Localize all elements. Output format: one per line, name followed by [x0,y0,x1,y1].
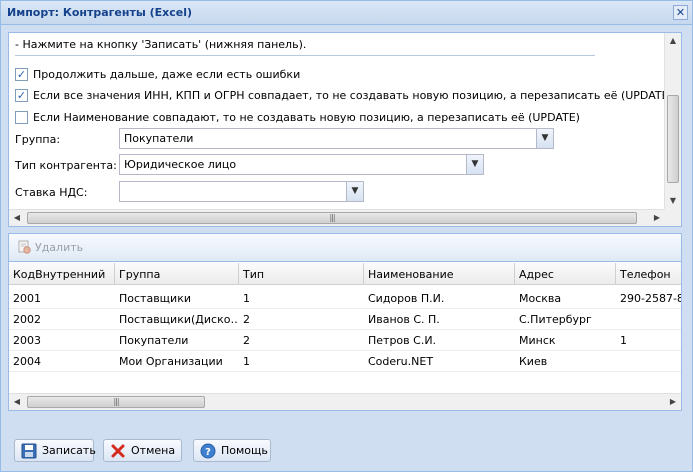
cell: 2001 [13,292,41,305]
divider [15,55,595,56]
checkbox-box[interactable]: ✓ [15,88,28,102]
grid-body: 2001 Поставщики 1 Сидоров П.И. Москва 29… [9,286,681,392]
save-label: Записать [42,444,96,457]
cell: Петров С.И. [368,334,437,347]
cell: 1 [243,292,250,305]
cell: 2004 [13,355,41,368]
cell [616,309,681,330]
group-combo[interactable]: Покупатели ▼ [119,128,554,149]
cell: 290-2587-8( [620,292,681,305]
table-row[interactable]: 2001 Поставщики 1 Сидоров П.И. Москва 29… [9,288,681,309]
scroll-left-icon[interactable]: ◀ [9,210,25,226]
help-icon: ? [200,443,216,459]
cell: 2002 [13,313,41,326]
close-icon[interactable]: ✕ [673,5,688,20]
checkbox-box[interactable] [15,110,28,124]
contractor-type-combo[interactable]: Юридическое лицо ▼ [119,154,484,175]
settings-content: - Нажмите на кнопку 'Записать' (нижняя п… [9,33,665,209]
cell: Coderu.NET [368,355,434,368]
table-row[interactable]: 2003 Покупатели 2 Петров С.И. Минск 1 [9,330,681,351]
contractor-type-label: Тип контрагента: [15,159,117,172]
dialog-title: Импорт: Контрагенты (Excel) [7,6,193,19]
scroll-right-icon[interactable]: ▶ [649,210,665,226]
grid-horizontal-scrollbar[interactable]: ◀ ||| ▶ [9,393,681,410]
cancel-button[interactable]: Отмена [103,439,182,462]
table-row[interactable]: 2002 Поставщики(Диско… 2 Иванов С. П. С.… [9,309,681,330]
scroll-thumb[interactable]: ||| [27,212,637,224]
horizontal-scrollbar[interactable]: ◀ ||| ▶ [9,209,665,226]
column-header[interactable]: Адрес [515,263,616,284]
cell: Поставщики [119,292,191,305]
column-header[interactable]: Наименование [364,263,515,284]
cell: 2 [243,334,250,347]
help-label: Помощь [221,444,268,457]
cell: Киев [519,355,548,368]
chevron-down-icon[interactable]: ▼ [346,182,363,201]
scroll-up-icon[interactable]: ▲ [665,33,681,49]
save-button[interactable]: Записать [14,439,96,462]
table-row[interactable]: 2004 Мои Организации 1 Coderu.NET Киев [9,351,681,372]
checkbox-label: Продолжить дальше, даже если есть ошибки [33,67,301,81]
cell [616,351,681,372]
column-header[interactable]: Тип [239,263,364,284]
scroll-thumb[interactable] [667,95,679,183]
cell: 2 [243,313,250,326]
vat-rate-combo[interactable]: ▼ [119,181,364,202]
group-value: Покупатели [124,132,194,145]
scroll-corner [664,209,681,226]
scroll-left-icon[interactable]: ◀ [9,394,25,410]
cancel-label: Отмена [131,444,176,457]
cancel-icon [110,443,126,459]
cell: Москва [519,292,562,305]
cell: Покупатели [119,334,189,347]
cell: 1 [620,334,627,347]
column-header[interactable]: Телефон [616,263,681,284]
cell: Сидоров П.И. [368,292,445,305]
cell: Мои Организации [119,355,223,368]
settings-panel: - Нажмите на кнопку 'Записать' (нижняя п… [8,32,682,227]
floppy-disk-icon [21,443,37,459]
cell: С.Питербург [519,313,592,326]
contractor-type-value: Юридическое лицо [124,158,237,171]
vat-rate-label: Ставка НДС: [15,186,88,199]
scroll-down-icon[interactable]: ▼ [665,193,681,209]
import-dialog: Импорт: Контрагенты (Excel) ✕ - Нажмите … [0,0,693,472]
scroll-right-icon[interactable]: ▶ [665,394,681,410]
import-grid: Удалить КодВнутренний Группа Тип Наимено… [8,233,682,411]
delete-button[interactable]: Удалить [17,240,83,254]
column-header[interactable]: КодВнутренний [9,263,115,284]
instruction-note: - Нажмите на кнопку 'Записать' (нижняя п… [15,38,307,51]
group-label: Группа: [15,133,61,146]
checkbox-box[interactable]: ✓ [15,67,28,81]
grid-header: КодВнутренний Группа Тип Наименование Ад… [9,263,681,285]
title-bar[interactable]: Импорт: Контрагенты (Excel) ✕ [1,1,692,25]
grid-toolbar: Удалить [9,234,681,262]
checkbox-label: Если все значения ИНН, КПП и ОГРН совпад… [33,88,665,102]
delete-label: Удалить [35,240,84,254]
svg-text:?: ? [205,447,211,458]
cell: Поставщики(Диско… [119,313,239,326]
delete-icon [17,240,31,254]
cell: 1 [243,355,250,368]
vertical-scrollbar[interactable]: ▲ ▼ [664,33,681,209]
scroll-thumb[interactable]: ||| [27,396,205,408]
checkbox-continue-on-errors[interactable]: ✓ Продолжить дальше, даже если есть ошиб… [15,66,300,82]
checkbox-update-by-inn[interactable]: ✓ Если все значения ИНН, КПП и ОГРН совп… [15,87,665,103]
chevron-down-icon[interactable]: ▼ [536,129,553,148]
checkbox-update-by-name[interactable]: Если Наименование совпадают, то не созда… [15,109,580,125]
cell: 2003 [13,334,41,347]
chevron-down-icon[interactable]: ▼ [466,155,483,174]
help-button[interactable]: ? Помощь [193,439,271,462]
column-header[interactable]: Группа [115,263,239,284]
cell: Минск [519,334,556,347]
cell: Иванов С. П. [368,313,440,326]
checkbox-label: Если Наименование совпадают, то не созда… [33,110,580,124]
